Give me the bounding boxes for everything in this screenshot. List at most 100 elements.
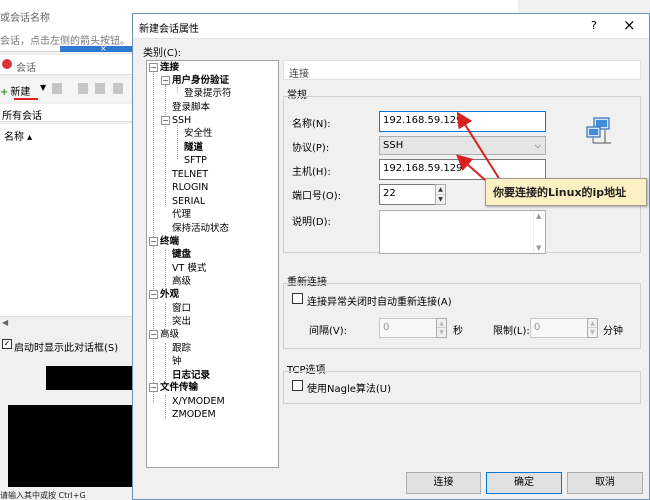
tree-item-keepalive[interactable]: 保持活动状态 [172,223,229,235]
tree-item-xymodem[interactable]: X/YMODEM [172,396,225,408]
tree-item-ssh[interactable]: SSH [172,115,191,127]
host-input[interactable]: 192.168.59.129 [379,159,546,180]
port-label: 端口号(O): [292,191,342,202]
minutes-unit: 分钟 [603,326,623,337]
tree-item-tunnel[interactable]: 隧道 [184,142,203,154]
interval-stepper[interactable]: ▲ ▼ [436,318,447,338]
name-input[interactable]: 192.168.59.129 [379,111,546,132]
terminal-area [46,366,136,390]
background-hint-1: 或会话名称 [0,13,50,24]
tree-item-sftp[interactable]: SFTP [184,155,207,167]
background-hint-2: 会话，点击左侧的箭头按钮。 [0,36,130,47]
startup-checkbox-row[interactable]: ✓ 启动时显示此对话框(S) [0,336,135,354]
protocol-value: SSH [383,140,404,151]
startup-checkbox[interactable]: ✓ [2,339,12,349]
tree-item-window[interactable]: 窗口 [172,303,191,315]
collapse-icon[interactable]: − [161,76,170,85]
annotation-callout: 你要连接的Linux的ip地址 [485,178,647,206]
port-input[interactable]: 22 [379,184,436,205]
limit-stepper[interactable]: ▲ ▼ [587,318,598,338]
category-tree: − 连接 − 用户身份验证 登录提示符 登录脚本 − SSH 安全性 隧道 SF… [146,60,279,468]
dialog-title: 新建会话属性 [139,24,199,35]
tree-item-zmodem[interactable]: ZMODEM [172,409,216,421]
close-button[interactable]: × [623,16,636,34]
auto-reconnect-checkbox[interactable] [292,293,303,304]
copy-icon[interactable] [95,83,105,94]
tree-item-proxy[interactable]: 代理 [172,209,191,221]
auto-reconnect-label: 连接异常关闭时自动重新连接(A) [307,297,452,308]
terminal-area-2 [8,405,136,487]
description-textarea[interactable]: ▲ ▼ [379,210,546,254]
description-label: 说明(D): [292,217,331,228]
tree-item-vt-mode[interactable]: VT 模式 [172,263,206,275]
tree-item-advanced[interactable]: 高级 [172,276,191,288]
collapse-icon[interactable]: − [149,290,158,299]
tree-item-login-prompt[interactable]: 登录提示符 [184,88,232,100]
tree-item-rlogin[interactable]: RLOGIN [172,182,208,194]
new-label: 新建 [10,87,31,98]
limit-label: 限制(L): [493,326,530,337]
panel-header: 连接 [283,60,641,80]
cancel-button[interactable]: 取消 [567,472,643,494]
collapse-icon[interactable]: − [149,237,158,246]
connect-button[interactable]: 连接 [406,472,481,494]
plus-icon: + [0,87,9,98]
properties-icon[interactable] [52,83,62,94]
tree-item-logging[interactable]: 日志记录 [172,370,210,382]
collapse-icon[interactable]: − [149,383,158,392]
collapse-icon[interactable]: − [149,330,158,339]
tree-item-serial[interactable]: SERIAL [172,196,205,208]
ok-button[interactable]: 确定 [486,472,562,494]
protocol-select[interactable]: SSH ⌵ [379,136,546,155]
session-window-title: 会话 [0,55,135,75]
scroll-left-icon[interactable]: ◀ [2,318,8,327]
app-logo-icon [2,59,12,69]
paste-icon[interactable] [113,83,123,94]
protocol-label: 协议(P): [292,143,330,154]
collapse-icon[interactable]: − [161,116,170,125]
cut-icon[interactable] [78,83,88,94]
interval-label: 间隔(V): [309,326,348,337]
nagle-label: 使用Nagle算法(U) [307,384,392,395]
tree-item-keyboard[interactable]: 键盘 [172,249,191,261]
new-session-button[interactable]: + 新建 [0,83,30,98]
session-title: 会话 [16,63,36,74]
new-session-properties-dialog: 新建会话属性 ? × 类别(C): − 连接 − 用户身份验证 登录提示符 登录… [132,13,650,500]
tab-close-icon[interactable]: × [100,44,107,53]
startup-checkbox-label: 启动时显示此对话框(S) [14,343,119,354]
category-label: 类别(C): [143,48,182,59]
tree-item-highlight[interactable]: 突出 [172,316,191,328]
chevron-down-icon[interactable]: ▼ [40,83,46,92]
interval-input[interactable]: 0 [379,318,437,338]
red-underline-annotation [14,98,38,100]
limit-input[interactable]: 0 [530,318,588,338]
host-label: 主机(H): [292,167,331,178]
tree-item-terminal[interactable]: 终端 [160,236,179,248]
tree-item-user-auth[interactable]: 用户身份验证 [172,75,229,87]
seconds-unit: 秒 [453,326,463,337]
chevron-down-icon: ⌵ [534,141,541,150]
tree-item-login-script[interactable]: 登录脚本 [172,102,210,114]
horizontal-scrollbar[interactable]: ◀ [0,316,135,330]
session-toolbar: + 新建 ▼ [0,78,135,102]
tree-item-advanced-group[interactable]: 高级 [160,329,179,341]
name-label: 名称(N): [292,119,331,130]
textarea-scrollbar[interactable]: ▲ ▼ [533,211,545,253]
tree-item-telnet[interactable]: TELNET [172,169,208,181]
column-header-name[interactable]: 名称 ▴ [4,128,32,143]
network-icon [586,117,611,144]
all-sessions-folder[interactable]: 所有会话 [0,104,135,122]
session-list: 名称 ▴ [0,124,135,329]
port-stepper[interactable]: ▲ ▼ [435,184,446,205]
tree-item-security[interactable]: 安全性 [184,128,213,140]
tree-item-appearance[interactable]: 外观 [160,289,179,301]
dialog-titlebar: 新建会话属性 ? × [133,14,649,39]
nagle-checkbox[interactable] [292,380,303,391]
tree-item-bell[interactable]: 钟 [172,356,182,368]
tree-item-trace[interactable]: 跟踪 [172,343,191,355]
tree-item-connection[interactable]: 连接 [160,62,179,74]
background-tab-strip [60,46,132,52]
tree-item-file-transfer[interactable]: 文件传输 [160,382,198,394]
collapse-icon[interactable]: − [149,63,158,72]
help-button[interactable]: ? [591,19,597,32]
